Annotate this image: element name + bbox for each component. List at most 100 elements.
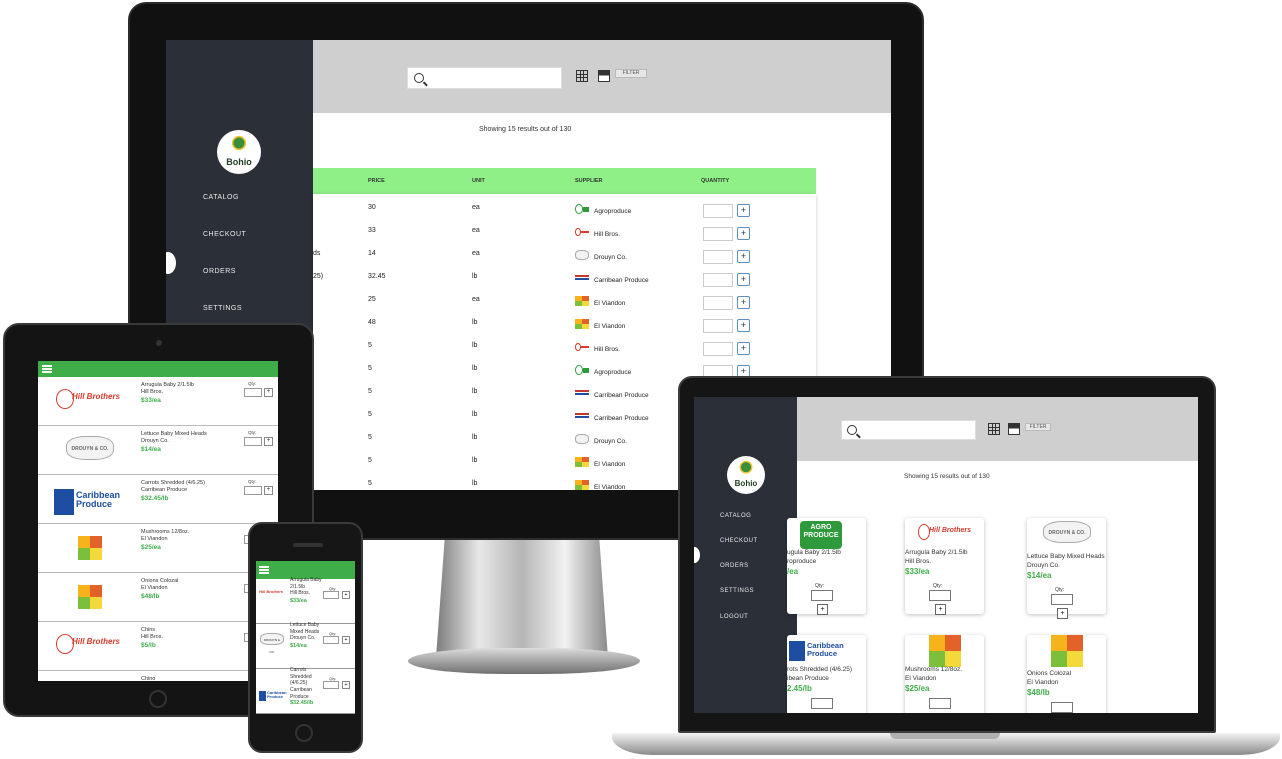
quantity-input[interactable] [323, 591, 339, 599]
quantity-input[interactable] [703, 204, 733, 218]
top-bar: FILTER [797, 397, 1198, 461]
caribbean-produce-logo-stripe [575, 413, 589, 415]
supplier-name: ibean Produce [787, 675, 829, 682]
nav-catalog[interactable]: CATALOG [720, 513, 751, 519]
add-to-cart-button[interactable]: + [737, 204, 750, 217]
quantity-input[interactable] [811, 698, 833, 709]
add-to-cart-button[interactable]: + [737, 227, 750, 240]
nav-orders[interactable]: ORDERS [203, 268, 236, 275]
add-to-cart-button[interactable]: + [737, 319, 750, 332]
caribbean-produce-logo-mark [54, 489, 74, 515]
quantity-input[interactable] [244, 486, 262, 495]
bohio-logo[interactable]: Bohio [727, 456, 765, 494]
supplier-name: Hill Bros. [141, 389, 164, 395]
el-viandon-logo-tile [90, 536, 102, 548]
nav-catalog[interactable]: CATALOG [203, 194, 239, 201]
hamburger-menu-icon[interactable] [42, 365, 52, 373]
list-item: Caribbean Produce Carrots Shredded (4/6.2… [38, 475, 278, 524]
list-item: Mushrooms 12/8oz.El Viandon$25/ea+ [38, 524, 278, 573]
quantity-input[interactable] [929, 590, 951, 601]
supplier-name: Hill Bros. [290, 590, 311, 596]
product-price: 32.45 [368, 273, 386, 280]
supplier-name: Carribean Produce [290, 687, 312, 700]
laptop-notch [890, 733, 1000, 739]
nav-checkout[interactable]: CHECKOUT [720, 538, 758, 544]
quantity-input[interactable] [703, 273, 733, 287]
add-to-cart-button[interactable]: + [737, 250, 750, 263]
bohio-logo[interactable]: Bohio [217, 130, 261, 174]
phone-home-button[interactable] [295, 724, 313, 742]
grid-view-icon[interactable] [988, 423, 1000, 435]
quantity-input[interactable] [703, 319, 733, 333]
add-to-cart-button[interactable]: + [264, 486, 273, 495]
list-view-icon[interactable] [598, 70, 610, 82]
quantity-input[interactable] [703, 296, 733, 310]
caribbean-produce-logo [575, 388, 589, 398]
el-viandon-logo-tile [90, 597, 102, 609]
nav-orders[interactable]: ORDERS [720, 563, 749, 569]
product-price: $33/ea [290, 598, 307, 604]
table-row: 30 ea Agroproduce + [313, 200, 816, 223]
quantity-input[interactable] [1051, 702, 1073, 713]
sidebar-toggle-handle[interactable] [694, 547, 700, 563]
caribbean-produce-logo: Caribbean Produce [259, 691, 289, 701]
add-to-cart-button[interactable]: + [817, 604, 828, 615]
nav-settings[interactable]: SETTINGS [720, 588, 754, 594]
caribbean-produce-logo-text: Caribbean Produce [267, 690, 287, 699]
quantity-input[interactable] [1051, 594, 1073, 605]
hamburger-menu-icon[interactable] [259, 566, 269, 574]
sidebar-toggle-handle[interactable] [166, 252, 176, 274]
caribbean-produce-logo: Caribbean Produce [789, 641, 851, 661]
add-to-cart-button[interactable]: + [264, 388, 273, 397]
add-to-cart-button[interactable]: + [342, 636, 350, 644]
quantity-input[interactable] [703, 227, 733, 241]
drouyn-logo [575, 434, 589, 444]
quantity-label: Qty: [248, 479, 257, 484]
add-to-cart-button[interactable]: + [342, 591, 350, 599]
product-price: $32.45/lb [141, 495, 169, 502]
supplier-name: Hill Bros. [141, 634, 164, 640]
caribbean-produce-logo-mark [259, 691, 266, 701]
el-viandon-logo [78, 585, 102, 609]
supplier-name: El Viandon [141, 536, 168, 542]
product-card: AGRO PRODUCE ugula Baby 2/1.5lb roproduce /… [787, 518, 866, 615]
product-price: /ea [787, 567, 799, 576]
product-card: Hill Brothers Arrugula Baby 2/1.5lb Hill B… [905, 518, 984, 615]
filter-button[interactable]: FILTER [615, 69, 647, 78]
list-item: Hill Brothers Arrugula Baby 2/1.5lb Hill B… [38, 377, 278, 426]
quantity-input[interactable] [703, 250, 733, 264]
list-view-icon[interactable] [1008, 423, 1020, 435]
quantity-input[interactable] [244, 437, 262, 446]
grid-view-icon[interactable] [576, 70, 588, 82]
quantity-input[interactable] [323, 636, 339, 644]
add-to-cart-button[interactable]: + [737, 342, 750, 355]
add-to-cart-button[interactable]: + [264, 437, 273, 446]
tablet-home-button[interactable] [149, 690, 167, 708]
add-to-cart-button[interactable]: + [342, 681, 350, 689]
table-row: 5 lb Hill Bros. + [313, 338, 816, 361]
hill-brothers-logo-text: Hill Brothers [929, 527, 972, 534]
quantity-input[interactable] [703, 342, 733, 356]
quantity-input[interactable] [323, 681, 339, 689]
add-to-cart-button[interactable]: + [737, 296, 750, 309]
add-to-cart-button[interactable]: + [737, 273, 750, 286]
el-viandon-logo [575, 480, 589, 490]
list-item: Onions ColozalEl Viandon$48/lb+ [38, 573, 278, 622]
quantity-input[interactable] [244, 388, 262, 397]
nav-settings[interactable]: SETTINGS [203, 305, 242, 312]
quantity-input[interactable] [929, 698, 951, 709]
search-input[interactable] [841, 420, 976, 440]
el-viandon-logo-tile [78, 585, 90, 597]
filter-button[interactable]: FILTER [1025, 423, 1051, 431]
el-viandon-logo-tile [575, 462, 582, 467]
search-icon [847, 425, 857, 435]
col-supplier: SUPPLIER [575, 178, 603, 184]
product-name: Carrots Shredded (4/6.25) [290, 667, 312, 686]
add-to-cart-button[interactable]: + [1057, 608, 1068, 619]
quantity-input[interactable] [811, 590, 833, 601]
search-input[interactable] [407, 67, 562, 89]
add-to-cart-button[interactable]: + [935, 604, 946, 615]
product-price: $14/ea [1027, 571, 1052, 580]
nav-checkout[interactable]: CHECKOUT [203, 231, 246, 238]
nav-logout[interactable]: LOGOUT [720, 614, 748, 620]
